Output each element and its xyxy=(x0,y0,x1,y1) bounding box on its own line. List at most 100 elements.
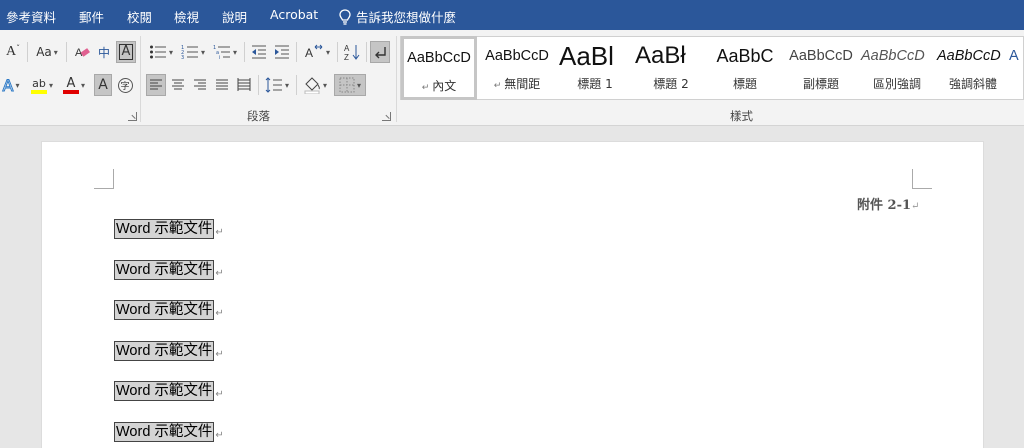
bordered-text: Word 示範文件 xyxy=(114,341,215,361)
character-shading-button[interactable]: A xyxy=(94,74,112,96)
bullets-icon xyxy=(149,45,166,59)
character-border-button[interactable]: A xyxy=(116,41,136,63)
grow-font-icon: A xyxy=(5,44,17,59)
style-preview: AaBbCcD xyxy=(485,48,549,64)
asian-layout-icon: A xyxy=(305,44,323,60)
style-preview: AaBl xyxy=(559,40,614,71)
asian-layout-button[interactable]: A ▾ xyxy=(301,41,333,63)
menu-view[interactable]: 檢視 xyxy=(174,7,199,26)
style-subtle-emphasis[interactable]: AaBbCcD 區別強調 xyxy=(859,37,935,99)
style-name: 強調斜體 xyxy=(948,77,997,91)
paint-bucket-icon xyxy=(304,77,320,94)
paragraph-group-label: 段落 xyxy=(247,109,270,123)
text-line[interactable]: Word 示範文件 ↵ xyxy=(114,381,224,401)
show-formatting-marks-button[interactable] xyxy=(370,41,390,63)
line-spacing-button[interactable]: ▾ xyxy=(262,74,292,96)
style-name: 副標題 xyxy=(802,77,839,91)
bullets-button[interactable]: ▾ xyxy=(146,41,176,63)
style-name: 內文 xyxy=(432,79,457,93)
text-effects-button[interactable]: A ▾ xyxy=(0,74,22,96)
style-no-spacing[interactable]: AaBbCcD ↵ 無間距 xyxy=(479,37,555,99)
svg-text:A: A xyxy=(344,44,350,53)
increase-indent-icon xyxy=(275,45,289,59)
paragraph-mark: ↵ xyxy=(215,267,224,279)
style-next-partial[interactable]: A xyxy=(1009,37,1023,99)
menu-help[interactable]: 說明 xyxy=(222,7,247,26)
justify-button[interactable] xyxy=(212,74,232,96)
divider xyxy=(337,42,338,62)
attachment-label: 附件 2-1↵ xyxy=(857,194,919,213)
text-line[interactable]: Word 示範文件 ↵ xyxy=(114,341,224,361)
style-name: 區別強調 xyxy=(872,77,921,91)
style-name: 無間距 xyxy=(504,77,541,91)
align-center-icon xyxy=(172,79,184,90)
paragraph-mark: ↵ xyxy=(215,307,224,319)
style-heading-1[interactable]: AaBl 標題 1 xyxy=(557,37,633,99)
decrease-indent-icon xyxy=(252,45,266,59)
distributed-button[interactable] xyxy=(234,74,254,96)
enclose-characters-button[interactable]: 字 xyxy=(115,74,135,96)
style-name: 標題 xyxy=(732,77,757,91)
multilevel-list-button[interactable]: 1 a i ▾ xyxy=(210,41,240,63)
clear-formatting-button[interactable]: A xyxy=(72,41,92,63)
sort-button[interactable]: AZ xyxy=(342,41,362,63)
enclose-characters-icon: 字 xyxy=(117,77,133,93)
style-preview: AaBbC xyxy=(716,45,774,66)
menu-acrobat[interactable]: Acrobat xyxy=(270,7,318,22)
style-preview: AaBbCcD xyxy=(861,48,925,64)
bordered-text: Word 示範文件 xyxy=(114,422,215,442)
divider xyxy=(244,42,245,62)
bordered-text: Word 示範文件 xyxy=(114,219,215,239)
paragraph-dialog-launcher[interactable] xyxy=(382,112,391,121)
paragraph-mark: ↵ xyxy=(911,201,920,212)
align-center-button[interactable] xyxy=(168,74,188,96)
justify-icon xyxy=(216,79,228,90)
menu-mailings[interactable]: 郵件 xyxy=(79,7,104,26)
align-right-button[interactable] xyxy=(190,74,210,96)
style-title[interactable]: AaBbC 標題 xyxy=(707,37,783,99)
character-shading-icon: A xyxy=(98,77,108,93)
divider xyxy=(66,42,67,62)
text-line[interactable]: Word 示範文件 ↵ xyxy=(114,422,224,442)
borders-icon xyxy=(339,77,355,93)
increase-indent-button[interactable] xyxy=(272,41,292,63)
borders-button[interactable]: ▾ xyxy=(334,74,366,96)
character-border-icon: A xyxy=(118,44,134,60)
group-divider xyxy=(396,36,397,122)
highlight-swatch xyxy=(30,89,47,94)
font-color-button[interactable]: A ▾ xyxy=(60,74,88,96)
tell-me-search[interactable]: 告訴我您想做什麼 xyxy=(338,7,456,26)
style-preview: AaBbCcD xyxy=(937,48,1001,64)
menu-references[interactable]: 參考資料 xyxy=(6,7,56,26)
phonetic-guide-button[interactable]: 中 xyxy=(94,41,114,63)
style-subtitle[interactable]: AaBbCcD 副標題 xyxy=(783,37,859,99)
divider xyxy=(296,42,297,62)
change-case-icon: Aa xyxy=(36,45,52,59)
highlight-color-button[interactable]: ab ▾ xyxy=(28,74,56,96)
document-page[interactable]: 附件 2-1↵ Word 示範文件 ↵ Word 示範文件 ↵ Word 示範文件 ↵… xyxy=(41,141,984,448)
font-dialog-launcher[interactable] xyxy=(128,112,137,121)
decrease-indent-button[interactable] xyxy=(249,41,269,63)
svg-text:i: i xyxy=(219,55,220,60)
styles-group-label: 樣式 xyxy=(730,109,753,123)
text-line[interactable]: Word 示範文件 ↵ xyxy=(114,260,224,280)
text-line[interactable]: Word 示範文件 ↵ xyxy=(114,300,224,320)
paragraph-mark: ↵ xyxy=(215,226,224,238)
numbering-button[interactable]: 1 2 3 ▾ xyxy=(178,41,208,63)
change-case-button[interactable]: Aa ▾ xyxy=(33,41,61,63)
style-heading-2[interactable]: AaBł 標題 2 xyxy=(633,37,709,99)
style-emphasis[interactable]: AaBbCcD 強調斜體 xyxy=(935,37,1011,99)
text-effects-icon: A xyxy=(2,75,14,95)
divider xyxy=(296,75,297,95)
shading-button[interactable]: ▾ xyxy=(300,74,330,96)
style-preview: AaBł xyxy=(635,42,686,69)
menu-review[interactable]: 校閱 xyxy=(127,7,152,26)
text-line[interactable]: Word 示範文件 ↵ xyxy=(114,219,224,239)
align-left-button[interactable] xyxy=(146,74,166,96)
style-normal[interactable]: AaBbCcD ↵ 內文 xyxy=(401,36,477,100)
divider xyxy=(366,42,367,62)
paragraph-mark: ↵ xyxy=(215,388,224,400)
align-left-icon xyxy=(150,79,162,90)
grow-font-button[interactable]: Aˇ xyxy=(2,41,24,63)
line-spacing-icon xyxy=(265,77,282,93)
